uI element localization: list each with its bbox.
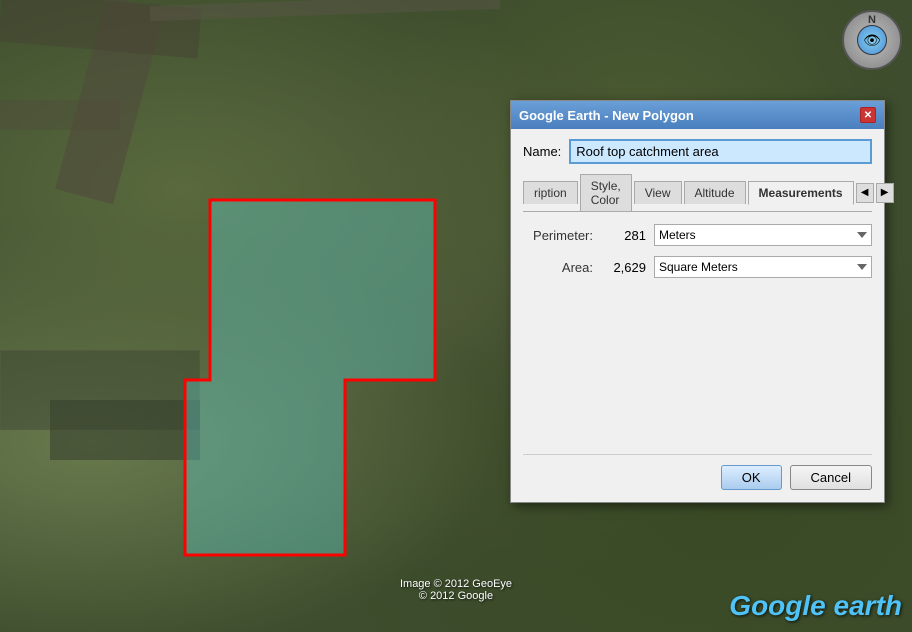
compass-north-label: N — [868, 14, 876, 26]
name-input[interactable] — [569, 139, 872, 164]
tab-next-button[interactable]: ▶ — [876, 183, 894, 203]
perimeter-row: Perimeter: 281 Meters Feet Kilometers Mi… — [523, 224, 872, 246]
new-polygon-dialog: Google Earth - New Polygon ✕ Name: ripti… — [510, 100, 885, 503]
name-label: Name: — [523, 144, 561, 159]
tab-prev-button[interactable]: ◀ — [856, 183, 874, 203]
perimeter-value: 281 — [601, 228, 646, 243]
area-value: 2,629 — [601, 260, 646, 275]
dialog-close-button[interactable]: ✕ — [860, 107, 876, 123]
dialog-title: Google Earth - New Polygon — [519, 108, 694, 123]
tab-altitude[interactable]: Altitude — [684, 181, 746, 204]
tab-navigation: ◀ ▶ — [856, 183, 894, 203]
area-row: Area: 2,629 Square Meters Square Feet Sq… — [523, 256, 872, 278]
dialog-buttons: OK Cancel — [523, 454, 872, 490]
measurements-content: Perimeter: 281 Meters Feet Kilometers Mi… — [523, 224, 872, 444]
perimeter-label: Perimeter: — [523, 228, 593, 243]
area-label: Area: — [523, 260, 593, 275]
tab-view[interactable]: View — [634, 181, 682, 204]
tab-description[interactable]: ription — [523, 181, 578, 204]
name-row: Name: — [523, 139, 872, 164]
area-unit-select[interactable]: Square Meters Square Feet Square Kilomet… — [654, 256, 872, 278]
cancel-button[interactable]: Cancel — [790, 465, 872, 490]
tab-style-color[interactable]: Style, Color — [580, 174, 632, 211]
tab-measurements[interactable]: Measurements — [748, 181, 854, 205]
compass[interactable]: N — [842, 10, 902, 70]
perimeter-unit-select[interactable]: Meters Feet Kilometers Miles — [654, 224, 872, 246]
google-earth-watermark: Google earth — [729, 590, 902, 622]
dialog-titlebar[interactable]: Google Earth - New Polygon ✕ — [511, 101, 884, 129]
tabs-row: ription Style, Color View Altitude Measu… — [523, 174, 872, 212]
copyright-text: Image © 2012 GeoEye © 2012 Google — [400, 578, 512, 602]
ok-button[interactable]: OK — [721, 465, 782, 490]
compass-eye-control[interactable] — [857, 25, 887, 55]
dialog-content: Name: ription Style, Color View Altitude… — [511, 129, 884, 502]
